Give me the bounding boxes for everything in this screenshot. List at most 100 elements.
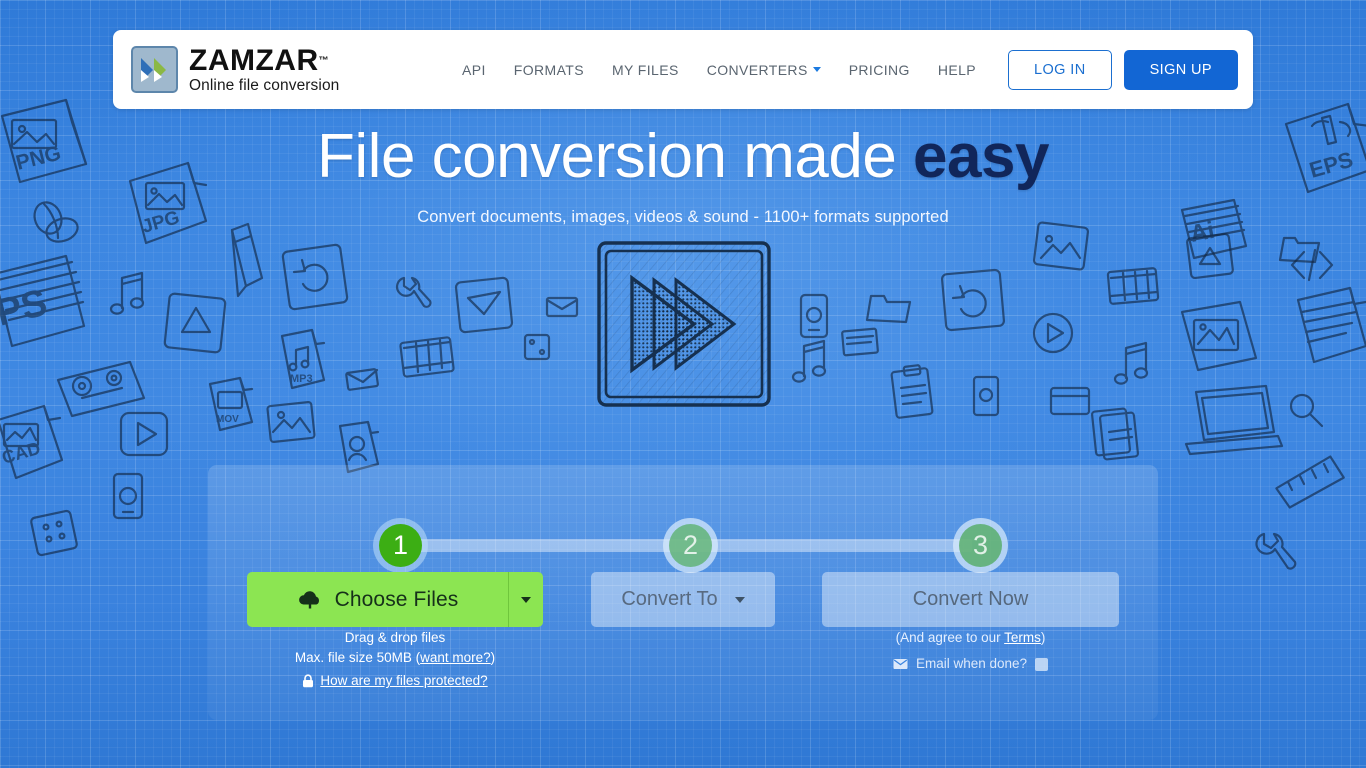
headline-main: File conversion made: [317, 122, 914, 191]
doodle-wrench-icon: [395, 276, 432, 308]
page-title: File conversion made easy: [0, 124, 1366, 190]
doodle-mov-file-icon: MOV: [208, 376, 254, 432]
convert-to-label: Convert To: [621, 588, 718, 610]
doodle-window-icon: [1049, 386, 1091, 416]
auth-buttons: LOG IN SIGN UP: [1008, 49, 1238, 90]
doodle-code-icon: [1290, 248, 1334, 282]
signup-button[interactable]: SIGN UP: [1123, 49, 1238, 90]
converter-controls: Choose Files Convert To Convert Now: [208, 572, 1158, 632]
caret-down-icon: [734, 596, 745, 603]
logo-tagline: Online file conversion: [189, 76, 340, 94]
doodle-mp3-file-icon: MP3: [280, 328, 326, 390]
headline-accent: easy: [913, 122, 1049, 191]
main-navigation: API FORMATS MY FILES CONVERTERS PRICING …: [448, 49, 1238, 90]
doodle-filmstrip-right-icon: [1106, 267, 1160, 305]
doodle-archive-right-icon: [1186, 232, 1234, 280]
nav-item-converters[interactable]: CONVERTERS: [693, 52, 835, 88]
doodle-pencil-icon: [230, 222, 264, 298]
email-when-done-row: Email when done?: [822, 654, 1119, 674]
doodle-phone-right-icon: [799, 293, 829, 339]
login-button[interactable]: LOG IN: [1008, 49, 1112, 90]
nav-item-help[interactable]: HELP: [924, 52, 990, 88]
doodle-wrench-lower-icon: [1255, 532, 1297, 570]
email-when-done-checkbox[interactable]: [1035, 657, 1049, 671]
convert-now-button[interactable]: Convert Now: [822, 572, 1119, 627]
doodle-dice-small-icon: [523, 333, 551, 361]
nav-item-my-files[interactable]: MY FILES: [598, 52, 693, 88]
doodle-cad-file-icon: CAD: [0, 404, 64, 480]
nav-label: HELP: [937, 61, 977, 78]
doodle-folder-icon: [865, 294, 912, 324]
step-3-number: 3: [972, 530, 989, 560]
choose-files-label: Choose Files: [334, 587, 459, 611]
site-logo[interactable]: ZAMZAR™ Online file conversion: [131, 43, 340, 94]
doodle-ps-file-icon: PS: [0, 254, 86, 348]
envelope-icon: [893, 658, 908, 670]
doodle-image-file-icon: [266, 400, 316, 444]
doodle-clipboard-icon: [890, 364, 934, 419]
files-protected-row: How are my files protected?: [247, 671, 543, 691]
doodle-video-square-icon: [163, 292, 227, 354]
step-2-number: 2: [682, 530, 699, 560]
terms-helper-text: (And agree to our Terms) Email when done…: [822, 628, 1119, 674]
max-size-prefix: Max. file size 50MB (: [294, 650, 421, 665]
doodle-doc-sketch-icon: [1296, 286, 1366, 364]
files-protected-link[interactable]: How are my files protected?: [320, 671, 487, 691]
doodle-refresh-square-right-icon: [940, 268, 1006, 332]
step-3: 3: [953, 518, 1008, 573]
doodle-filmstrip-icon: [399, 336, 455, 378]
doodle-music-note-icon: [109, 271, 145, 315]
double-chevron-icon: [131, 46, 178, 93]
max-size-text: Max. file size 50MB (want more?): [247, 648, 543, 668]
choose-files-group: Choose Files: [247, 572, 543, 627]
doodle-music-note-far-icon: [1113, 341, 1149, 385]
logo-trademark: ™: [318, 55, 329, 67]
convert-to-dropdown[interactable]: Convert To: [591, 572, 775, 627]
doodle-laptop-icon: [1184, 384, 1284, 456]
doodle-cassette-icon: [56, 360, 146, 418]
doodle-phone-far-icon: [972, 375, 1000, 417]
nav-label: FORMATS: [513, 61, 584, 78]
cloud-upload-icon: [297, 589, 323, 611]
doodle-document-icon: [841, 327, 879, 357]
nav-item-pricing[interactable]: PRICING: [835, 52, 924, 88]
svg-text:MP3: MP3: [290, 373, 313, 385]
email-when-done-label: Email when done?: [915, 656, 1028, 671]
nav-item-api[interactable]: API: [448, 52, 500, 88]
doodle-envelope-lower-icon: [345, 368, 379, 391]
max-size-suffix: ): [490, 650, 496, 665]
nav-label: MY FILES: [611, 61, 679, 78]
doodle-clipboard-two-icon: [1090, 407, 1140, 461]
upload-helper-text: Drag & drop files Max. file size 50MB (w…: [247, 628, 543, 691]
want-more-link[interactable]: want more?: [420, 650, 491, 665]
doodle-folder-right-far-icon: [1278, 236, 1321, 264]
terms-prefix: (And agree to our: [895, 630, 1005, 645]
logo-text-block: ZAMZAR™ Online file conversion: [189, 43, 340, 94]
doodle-play-square-icon: [119, 411, 169, 457]
doodle-dice-icon: [30, 509, 78, 557]
doodle-ruler-icon: [1275, 455, 1345, 509]
doodle-search-icon: [1289, 393, 1324, 428]
terms-link[interactable]: Terms: [1004, 630, 1041, 645]
doodle-play-circle-icon: [1032, 312, 1074, 354]
site-header: ZAMZAR™ Online file conversion API FORMA…: [113, 30, 1253, 109]
nav-label: CONVERTERS: [706, 61, 808, 78]
converter-panel: 1 2 3 Choose Files Convert To Convert No…: [208, 465, 1158, 720]
sketch-fast-forward-icon: [594, 238, 774, 410]
svg-text:PS: PS: [0, 282, 51, 335]
drag-drop-text: Drag & drop files: [344, 630, 446, 645]
choose-files-dropdown-button[interactable]: [509, 572, 543, 627]
svg-text:CAD: CAD: [0, 438, 43, 468]
logo-wordmark: ZAMZAR: [189, 43, 319, 77]
step-indicator: 1 2 3: [208, 495, 1158, 573]
hero-section: File conversion made easy Convert docume…: [0, 124, 1366, 227]
doodle-phone-file-icon: [112, 472, 144, 520]
nav-item-formats[interactable]: FORMATS: [500, 52, 598, 88]
doodle-music-note-right-icon: [791, 339, 827, 383]
doodle-send-square-icon: [454, 276, 514, 334]
choose-files-button[interactable]: Choose Files: [247, 572, 509, 627]
chevron-down-icon: [812, 67, 821, 72]
caret-down-icon: [521, 596, 531, 603]
terms-suffix: ): [1040, 630, 1046, 645]
step-1: 1: [373, 518, 428, 573]
